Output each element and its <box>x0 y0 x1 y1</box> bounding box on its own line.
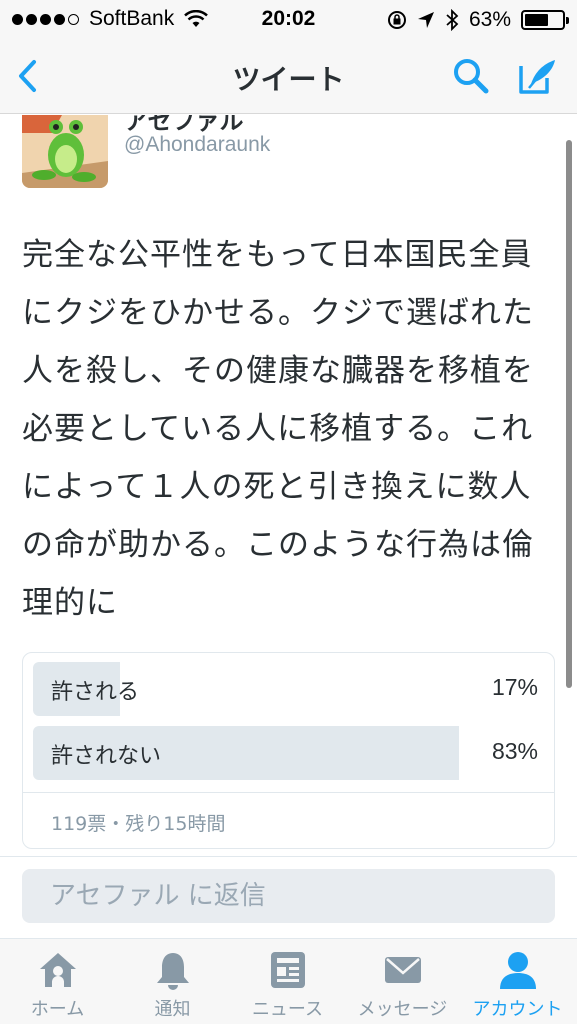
poll-option-percent: 83% <box>491 738 538 764</box>
news-icon <box>271 952 305 988</box>
poll-option-not-allowed: 許されない 83% <box>33 726 546 780</box>
poll-option-label: 許される <box>51 680 140 705</box>
home-icon <box>40 953 76 987</box>
poll-meta: 119票・残り15時間 <box>51 813 226 835</box>
tab-notifications[interactable]: 通知 <box>115 939 230 1024</box>
tab-label: ニュース <box>251 999 324 1020</box>
status-right: 63% <box>387 8 569 32</box>
scrollbar[interactable] <box>566 140 572 688</box>
compose-tweet-icon[interactable] <box>517 56 559 96</box>
reply-area: アセファル に返信 <box>0 856 577 938</box>
tweet-text: 完全な公平性をもって日本国民全員にクジをひかせる。クジで選ばれた人を殺し、その健… <box>22 237 534 621</box>
frog-avatar-image <box>22 115 108 188</box>
author-handle[interactable]: @Ahondaraunk <box>124 133 270 157</box>
battery-icon <box>521 10 569 30</box>
tab-label: アカウント <box>472 999 563 1020</box>
poll-option-label: 許されない <box>51 744 162 769</box>
poll-divider <box>23 792 554 793</box>
poll-option-allowed: 許される 17% <box>33 662 546 716</box>
tab-home[interactable]: ホーム <box>0 939 115 1024</box>
tab-label: ホーム <box>30 999 85 1020</box>
battery-percent: 63% <box>468 8 511 31</box>
location-arrow-icon <box>417 12 434 28</box>
tab-news[interactable]: ニュース <box>230 939 345 1024</box>
navigation-bar: ツイート <box>0 40 577 114</box>
account-icon <box>500 952 536 989</box>
tweet-author: アセファル @Ahondaraunk <box>0 115 577 195</box>
tab-label: メッセージ <box>357 999 448 1020</box>
rotation-lock-icon <box>387 11 406 29</box>
poll-card: 許される 17% 許されない 83% 119票・残り15時間 <box>22 652 555 849</box>
tab-label: 通知 <box>154 999 191 1020</box>
bluetooth-icon <box>446 9 459 31</box>
tab-messages[interactable]: メッセージ <box>345 939 460 1024</box>
tab-bar: ホーム 通知 ニュース メッセージ アカウント <box>0 938 577 1024</box>
envelope-icon <box>385 957 421 983</box>
avatar[interactable] <box>22 115 108 188</box>
bell-icon <box>157 953 189 990</box>
status-bar: SoftBank 20:02 63% <box>0 0 577 40</box>
poll-option-percent: 17% <box>491 674 538 700</box>
search-icon[interactable] <box>451 56 491 96</box>
tab-account[interactable]: アカウント <box>460 939 575 1024</box>
reply-input[interactable]: アセファル に返信 <box>22 869 555 923</box>
